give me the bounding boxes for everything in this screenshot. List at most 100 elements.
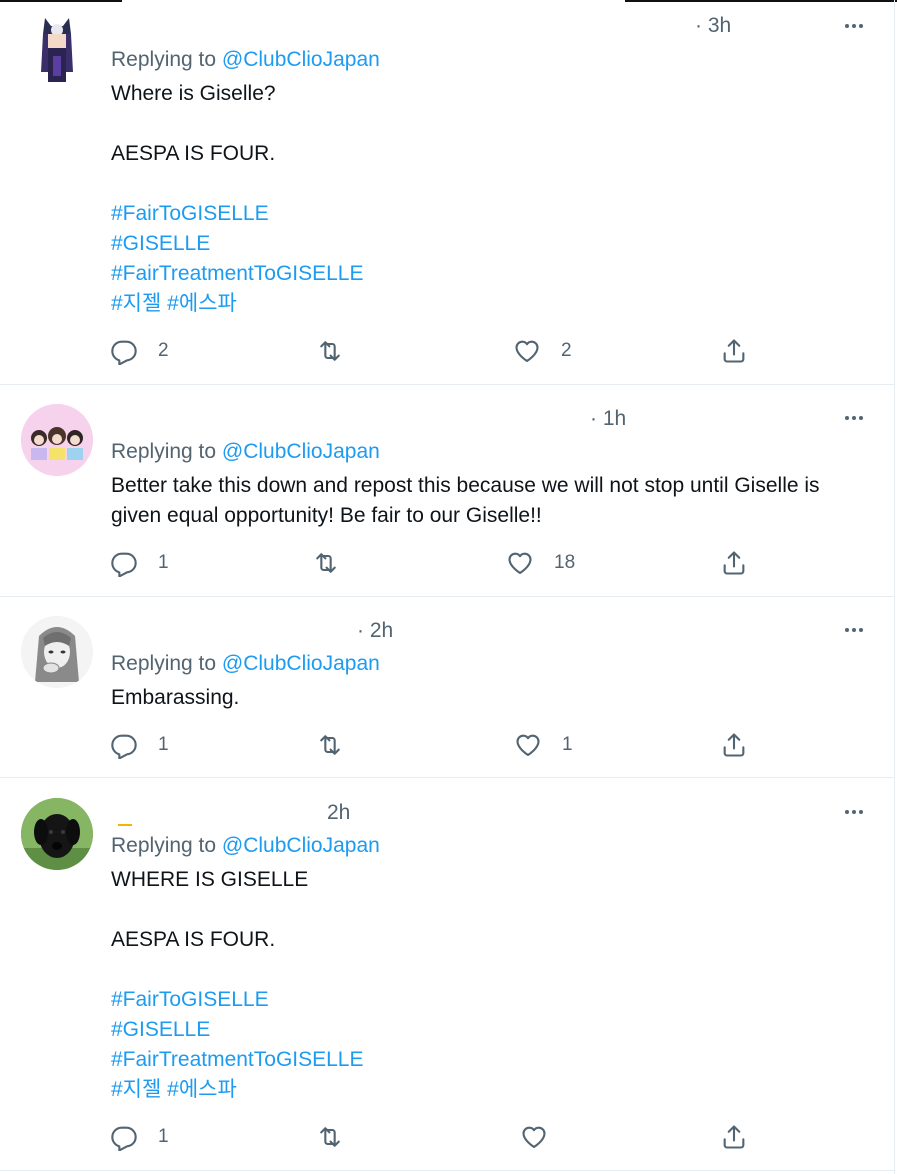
like-button[interactable] — [520, 1122, 568, 1152]
tweet[interactable]: · 3h Replying to @ClubClioJapan Where is… — [0, 0, 894, 385]
tweet-actions: 1 1 — [110, 730, 750, 760]
tweet-text-line: WHERE IS GISELLE — [111, 868, 309, 891]
hashtag-link[interactable]: #지젤 #에스파 — [111, 289, 871, 319]
retweet-button[interactable] — [316, 1122, 364, 1152]
more-options-button[interactable] — [842, 800, 866, 829]
share-icon — [723, 339, 745, 363]
timeline-border — [894, 0, 895, 1174]
like-icon — [522, 1126, 546, 1148]
tweet-text: Embarassing. — [111, 683, 871, 713]
tweet-text-line — [111, 895, 871, 925]
more-icon — [845, 24, 863, 28]
tweet-text-line: Where is Giselle? — [111, 82, 276, 105]
like-button[interactable]: 18 — [506, 548, 575, 578]
hashtag-link[interactable]: #FairToGISELLE — [111, 199, 871, 229]
tweet-text: Better take this down and repost this be… — [111, 471, 871, 531]
avatar[interactable] — [21, 798, 93, 870]
tweet-text-line — [111, 109, 871, 139]
tweet-timestamp[interactable]: · 3h — [695, 14, 731, 38]
avatar[interactable] — [21, 616, 93, 688]
share-button[interactable] — [720, 730, 748, 760]
avatar[interactable] — [21, 404, 93, 476]
hashtag-link[interactable]: #FairToGISELLE — [111, 985, 871, 1015]
tweet[interactable]: · 2h Replying to @ClubClioJapan Embarass… — [0, 597, 894, 778]
tweet-text: Where is Giselle? AESPA IS FOUR. #FairToGI… — [111, 79, 871, 319]
reply-icon — [111, 340, 137, 365]
reply-icon — [111, 552, 137, 577]
share-button[interactable] — [720, 548, 748, 578]
reply-button[interactable]: 1 — [110, 548, 169, 578]
hashtag-link[interactable]: #GISELLE — [111, 229, 871, 259]
tweet-actions: 1 — [110, 1122, 750, 1152]
like-count: 18 — [554, 552, 576, 573]
retweet-icon — [320, 341, 340, 361]
mention-link[interactable]: @ClubClioJapan — [222, 440, 380, 463]
more-options-button[interactable] — [842, 406, 866, 435]
more-options-button[interactable] — [842, 618, 866, 647]
share-button[interactable] — [720, 1122, 748, 1152]
tweet-timestamp[interactable]: · 1h — [590, 407, 626, 431]
more-icon — [845, 810, 863, 814]
reply-count: 1 — [158, 552, 169, 573]
tweet-text: WHERE IS GISELLE AESPA IS FOUR. #FairToGIS… — [111, 865, 871, 1105]
reply-button[interactable]: 2 — [110, 336, 169, 366]
hashtag-link[interactable]: #FairTreatmentToGISELLE — [111, 259, 871, 289]
like-button[interactable]: 2 — [513, 336, 572, 366]
tweet-text-line: Better take this down and repost this be… — [111, 474, 826, 527]
tweet-text-line: AESPA IS FOUR. — [111, 142, 276, 165]
retweet-icon — [316, 553, 336, 573]
like-button[interactable]: 1 — [514, 730, 573, 760]
reply-button[interactable]: 1 — [110, 730, 169, 760]
mention-link[interactable]: @ClubClioJapan — [222, 834, 380, 857]
avatar-image — [21, 798, 93, 870]
share-icon — [723, 733, 745, 757]
replying-to-label: Replying to — [111, 834, 217, 857]
avatar[interactable] — [21, 12, 93, 84]
mention-link[interactable]: @ClubClioJapan — [222, 48, 380, 71]
tweet-text-line — [111, 169, 871, 199]
avatar-image — [21, 616, 93, 688]
reply-icon — [111, 734, 137, 759]
reply-count: 1 — [158, 1126, 169, 1147]
tweet[interactable]: 2h Replying to @ClubClioJapan WHERE IS G… — [0, 778, 894, 1171]
hashtag-link[interactable]: #지젤 #에스파 — [111, 1075, 871, 1105]
retweet-icon — [320, 1127, 340, 1147]
retweet-button[interactable] — [316, 336, 364, 366]
replying-to-label: Replying to — [111, 440, 217, 463]
reply-count: 1 — [158, 734, 169, 755]
like-count: 2 — [561, 340, 572, 361]
tweet-timestamp[interactable]: 2h — [327, 801, 350, 825]
tweet-actions: 2 2 — [110, 336, 750, 366]
reply-icon — [111, 1126, 137, 1151]
replying-to: Replying to @ClubClioJapan — [111, 652, 380, 676]
share-button[interactable] — [720, 336, 748, 366]
avatar-image — [21, 404, 93, 476]
retweet-button[interactable] — [316, 730, 364, 760]
reply-button[interactable]: 1 — [110, 1122, 169, 1152]
like-count: 1 — [562, 734, 573, 755]
tweet-timestamp[interactable]: · 2h — [357, 619, 393, 643]
like-icon — [515, 340, 539, 362]
hashtag-link[interactable]: #GISELLE — [111, 1015, 871, 1045]
like-icon — [508, 552, 532, 574]
tweet-text-line: AESPA IS FOUR. — [111, 928, 276, 951]
tweet[interactable]: · 1h Replying to @ClubClioJapan Better t… — [0, 385, 894, 597]
display-name-mark — [118, 824, 132, 826]
replying-to-label: Replying to — [111, 652, 217, 675]
replying-to: Replying to @ClubClioJapan — [111, 440, 380, 464]
more-icon — [845, 628, 863, 632]
avatar-image — [21, 12, 93, 84]
tweet-text-line — [111, 955, 871, 985]
retweet-button[interactable] — [312, 548, 360, 578]
hashtag-link[interactable]: #FairTreatmentToGISELLE — [111, 1045, 871, 1075]
retweet-icon — [320, 735, 340, 755]
replying-to: Replying to @ClubClioJapan — [111, 834, 380, 858]
share-icon — [723, 1125, 745, 1149]
tweet-actions: 1 18 — [110, 548, 750, 578]
more-options-button[interactable] — [842, 14, 866, 43]
replying-to: Replying to @ClubClioJapan — [111, 48, 380, 72]
tweet-text-line: Embarassing. — [111, 686, 240, 709]
mention-link[interactable]: @ClubClioJapan — [222, 652, 380, 675]
replying-to-label: Replying to — [111, 48, 217, 71]
reply-count: 2 — [158, 340, 169, 361]
